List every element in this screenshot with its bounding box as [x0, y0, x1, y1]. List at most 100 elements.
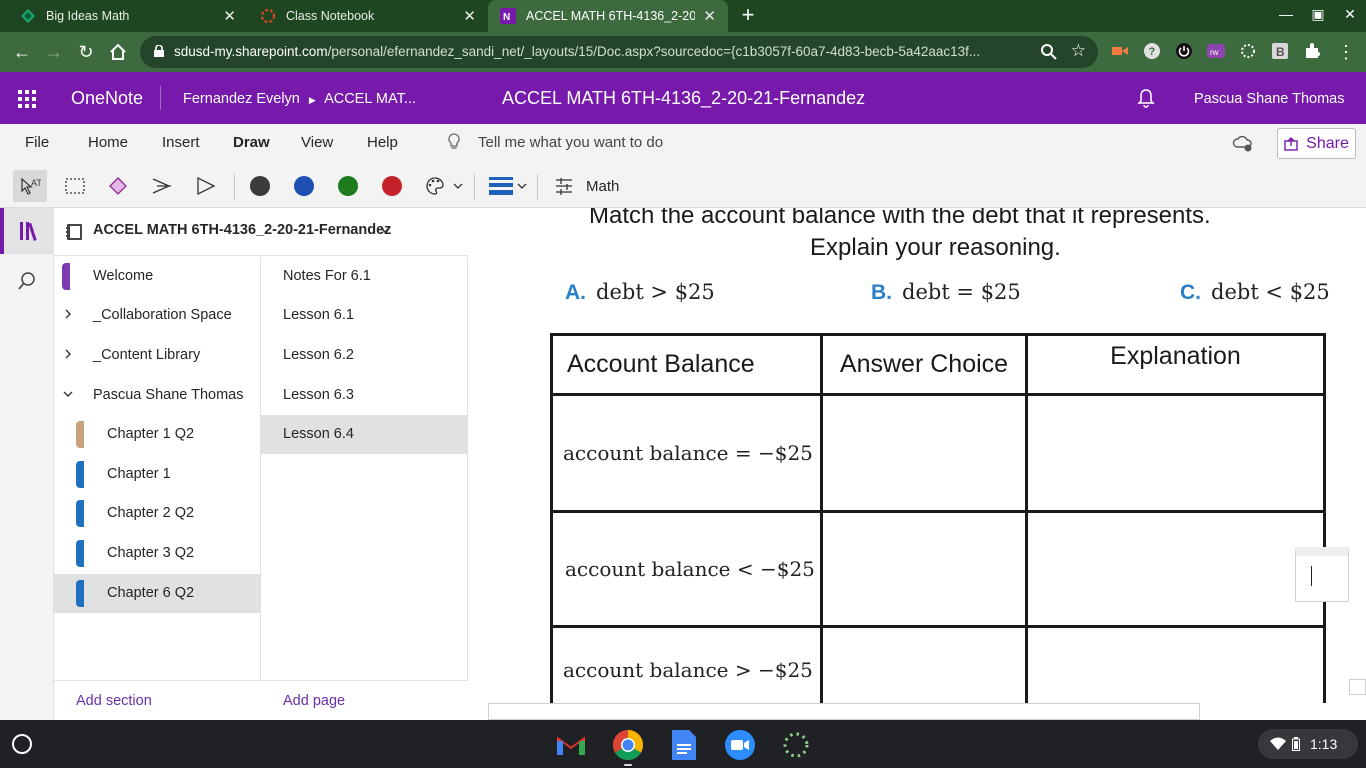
chrome-icon[interactable] [612, 729, 644, 761]
app-launcher-icon[interactable] [18, 90, 36, 108]
page-item[interactable]: Lesson 6.1 [261, 296, 467, 335]
home-icon[interactable] [106, 40, 130, 64]
close-window-icon[interactable]: ✕ [1338, 6, 1362, 23]
pen-black-icon[interactable] [246, 172, 274, 200]
section-item-chapter-1[interactable]: Chapter 1 [54, 455, 260, 494]
browser-tab-onenote[interactable]: N ACCEL MATH 6TH-4136_2-20-21 ✕ [488, 0, 728, 32]
chevron-down-icon[interactable] [379, 224, 391, 236]
section-item-chapter-3-q2[interactable]: Chapter 3 Q2 [54, 534, 260, 573]
rw-extension-icon[interactable]: rw [1207, 42, 1225, 60]
section-color-tab [76, 500, 84, 527]
bell-icon[interactable] [1137, 88, 1155, 108]
forward-arrow-icon[interactable]: → [42, 40, 66, 64]
tell-me-search[interactable]: Tell me what you want to do [446, 132, 663, 152]
browser-tab-big-ideas-math[interactable]: Big Ideas Math ✕ [8, 0, 248, 32]
section-group-collaboration-space[interactable]: _Collaboration Space [54, 296, 260, 335]
google-docs-icon[interactable] [668, 729, 700, 761]
screencast-extension-icon[interactable] [1111, 42, 1129, 60]
help-extension-icon[interactable]: ? [1143, 42, 1161, 60]
question-text-line-1: Match the account balance with the debt … [589, 208, 1211, 229]
reload-icon[interactable]: ↻ [74, 40, 98, 64]
svg-text:B: B [1276, 45, 1285, 59]
loading-app-icon[interactable] [780, 729, 812, 761]
status-tray[interactable]: 1:13 [1258, 729, 1358, 759]
add-space-icon[interactable] [148, 172, 176, 200]
note-container-handle[interactable] [1349, 679, 1366, 695]
back-arrow-icon[interactable]: ← [10, 40, 34, 64]
header-divider [160, 86, 161, 110]
page-item-selected[interactable]: Lesson 6.4 [261, 415, 467, 454]
add-section-button[interactable]: Add section [76, 693, 152, 709]
restore-icon[interactable]: ▣ [1306, 6, 1330, 23]
add-page-button[interactable]: Add page [283, 693, 345, 709]
pen-green-icon[interactable] [334, 172, 362, 200]
zoom-icon[interactable] [724, 729, 756, 761]
page-item[interactable]: Lesson 6.2 [261, 336, 467, 375]
spinner-extension-icon[interactable] [1239, 42, 1257, 60]
chevron-right-icon[interactable] [63, 309, 73, 319]
page-item[interactable]: Notes For 6.1 [261, 257, 467, 296]
tab-file[interactable]: File [25, 134, 49, 151]
shapes-icon[interactable] [192, 172, 220, 200]
line-thickness-icon[interactable] [485, 172, 529, 200]
zoom-icon[interactable] [1040, 43, 1058, 61]
chevron-down-icon[interactable] [63, 389, 73, 399]
section-group-content-library[interactable]: _Content Library [54, 336, 260, 375]
horizontal-scrollbar[interactable] [488, 703, 1200, 720]
chevron-right-icon[interactable] [63, 349, 73, 359]
browser-tab-class-notebook[interactable]: Class Notebook ✕ [248, 0, 488, 32]
tab-view[interactable]: View [301, 134, 333, 151]
sync-cloud-icon[interactable] [1232, 133, 1254, 153]
pen-blue-icon[interactable] [290, 172, 318, 200]
answer-choice-cell[interactable] [820, 510, 1028, 628]
notebooks-library-icon[interactable] [0, 208, 54, 254]
gmail-icon[interactable] [555, 729, 587, 761]
explanation-cell[interactable] [1025, 625, 1326, 703]
user-name[interactable]: Pascua Shane Thomas [1194, 91, 1344, 107]
eraser-icon[interactable] [104, 172, 132, 200]
new-tab-button[interactable]: + [736, 4, 760, 28]
color-palette-icon[interactable] [422, 172, 466, 200]
answer-choice-cell[interactable] [820, 625, 1028, 703]
tab-draw[interactable]: Draw [233, 134, 270, 151]
extensions-puzzle-icon[interactable] [1303, 42, 1321, 60]
section-item-chapter-6-q2[interactable]: Chapter 6 Q2 [54, 574, 260, 613]
explanation-cell[interactable] [1025, 393, 1326, 513]
breadcrumb-notebook[interactable]: ACCEL MAT... [324, 91, 416, 107]
lasso-select-icon[interactable] [61, 172, 89, 200]
close-tab-icon[interactable]: ✕ [223, 7, 236, 25]
page-item[interactable]: Lesson 6.3 [261, 376, 467, 415]
share-button[interactable]: Share [1277, 128, 1356, 159]
section-group-student[interactable]: Pascua Shane Thomas [54, 376, 260, 415]
section-item-welcome[interactable]: Welcome [54, 257, 260, 296]
bookmark-extension-icon[interactable]: B [1271, 42, 1289, 60]
tab-insert[interactable]: Insert [162, 134, 200, 151]
minimize-icon[interactable]: — [1274, 6, 1298, 22]
close-tab-icon[interactable]: ✕ [703, 7, 716, 25]
address-bar[interactable]: sdusd-my.sharepoint.com/personal/efernan… [140, 36, 1098, 68]
notebook-header[interactable]: ACCEL MATH 6TH-4136_2-20-21-Fernandez [54, 208, 468, 256]
answer-choice-cell[interactable] [820, 393, 1028, 513]
page-canvas[interactable]: Match the account balance with the debt … [469, 208, 1366, 703]
section-item-chapter-1-q2[interactable]: Chapter 1 Q2 [54, 415, 260, 454]
math-icon[interactable] [550, 172, 578, 200]
close-tab-icon[interactable]: ✕ [463, 7, 476, 25]
bookmark-star-icon[interactable]: ☆ [1071, 41, 1086, 61]
search-icon[interactable] [17, 271, 37, 291]
math-label[interactable]: Math [586, 178, 619, 195]
section-color-tab [76, 580, 84, 607]
power-extension-icon[interactable] [1175, 42, 1193, 60]
tab-home[interactable]: Home [88, 134, 128, 151]
launcher-icon[interactable] [12, 734, 32, 754]
tab-help[interactable]: Help [367, 134, 398, 151]
note-container[interactable] [1295, 547, 1349, 602]
app-name[interactable]: OneNote [71, 88, 143, 109]
type-select-tool-icon[interactable]: AT [13, 170, 47, 202]
section-item-chapter-2-q2[interactable]: Chapter 2 Q2 [54, 494, 260, 533]
breadcrumb-owner[interactable]: Fernandez Evelyn [183, 91, 300, 107]
pen-red-icon[interactable] [378, 172, 406, 200]
choice-text: debt > $25 [596, 280, 715, 304]
explanation-cell[interactable] [1025, 510, 1326, 628]
breadcrumb[interactable]: Fernandez Evelyn ▶ ACCEL MAT... [183, 91, 416, 107]
chrome-menu-icon[interactable]: ⋮ [1334, 40, 1358, 64]
